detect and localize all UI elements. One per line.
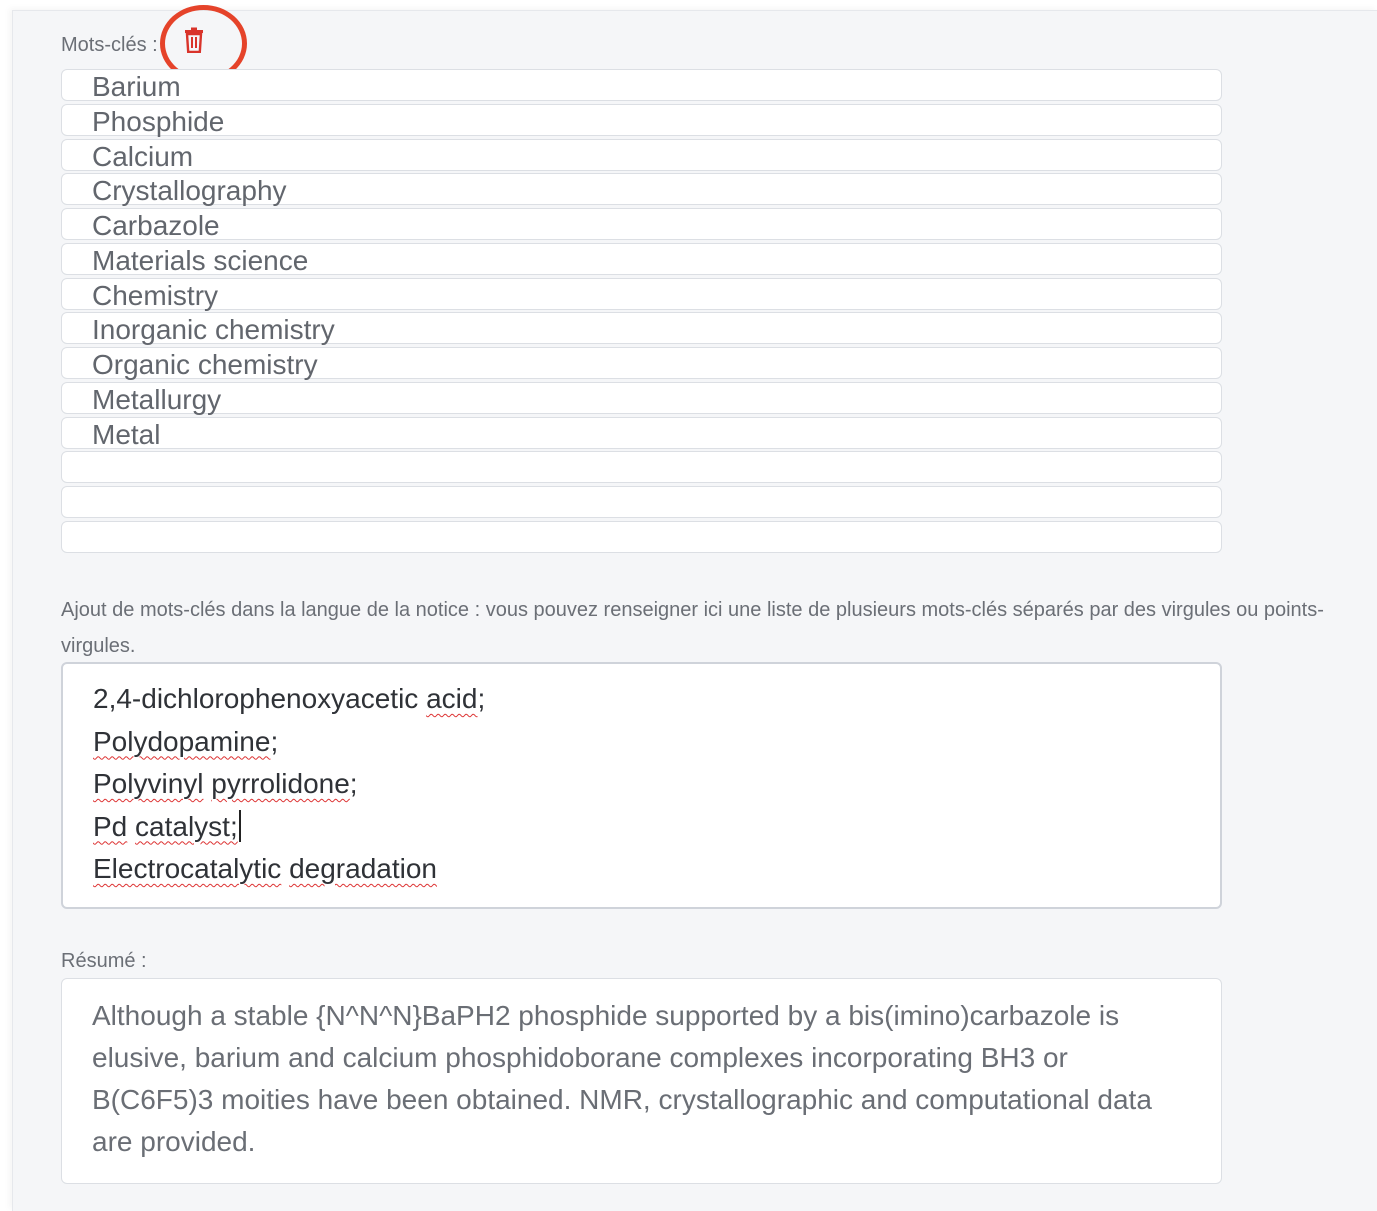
misspelled-word: Pd — [93, 810, 128, 842]
text-fragment: ; — [270, 725, 279, 757]
keyword-input[interactable]: Carbazole — [61, 208, 1222, 241]
misspelled-word: degradation — [289, 853, 437, 884]
keyword-input[interactable]: Metal — [61, 416, 1222, 450]
textarea-line: Electrocatalytic degradation — [93, 848, 1190, 891]
keyword-input[interactable]: Calcium — [61, 138, 1222, 172]
keyword-input[interactable]: Chemistry — [61, 277, 1222, 311]
keyword-input[interactable]: Metallurgy — [61, 381, 1222, 415]
keyword-input[interactable] — [61, 486, 1222, 518]
keyword-input[interactable]: Barium — [61, 69, 1222, 102]
misspelled-word: catalyst; — [135, 810, 238, 842]
keyword-input[interactable]: Inorganic chemistry — [61, 312, 1222, 345]
misspelled-word: acid — [426, 683, 478, 714]
add-keywords-help: Ajout de mots-clés dans la langue de la … — [61, 599, 1324, 657]
keywords-list: Barium Phosphide Calcium Crystallography Car… — [61, 69, 1222, 556]
textarea-line: Polyvinyl pyrrolidone; — [93, 763, 1190, 806]
keyword-input[interactable]: Organic chemistry — [61, 347, 1222, 380]
textarea-line: Polydopamine; — [93, 721, 1190, 764]
text-fragment: 2,4-dichlorophenoxyacetic — [93, 683, 427, 714]
keyword-input[interactable]: Phosphide — [61, 103, 1222, 137]
text-fragment — [127, 811, 135, 842]
misspelled-word: Polyvinyl — [93, 768, 204, 799]
text-fragment: ; — [477, 683, 486, 714]
text-fragment — [281, 853, 289, 884]
keywords-label: Mots-clés : — [61, 34, 158, 56]
keyword-input[interactable] — [61, 520, 1222, 553]
trash-icon[interactable] — [182, 27, 206, 53]
keyword-input[interactable]: Materials science — [61, 242, 1222, 276]
textarea-line: Pd catalyst; — [93, 806, 1190, 849]
keyword-input[interactable] — [61, 451, 1222, 484]
keyword-input[interactable]: Crystallography — [61, 173, 1222, 206]
textarea-line: 2,4-dichlorophenoxyacetic acid; — [93, 678, 1190, 721]
add-keywords-textarea[interactable]: 2,4-dichlorophenoxyacetic acid; Polydopam… — [61, 662, 1222, 909]
resume-textarea[interactable]: Although a stable {N^N^N}BaPH2 phosphide… — [61, 978, 1222, 1184]
resume-label: Résumé : — [61, 950, 147, 972]
misspelled-word: Electrocatalytic — [93, 853, 282, 884]
misspelled-word: Polydopamine — [93, 725, 271, 757]
text-caret — [238, 809, 241, 842]
misspelled-word: pyrrolidone — [211, 768, 350, 799]
text-fragment: ; — [349, 768, 358, 799]
